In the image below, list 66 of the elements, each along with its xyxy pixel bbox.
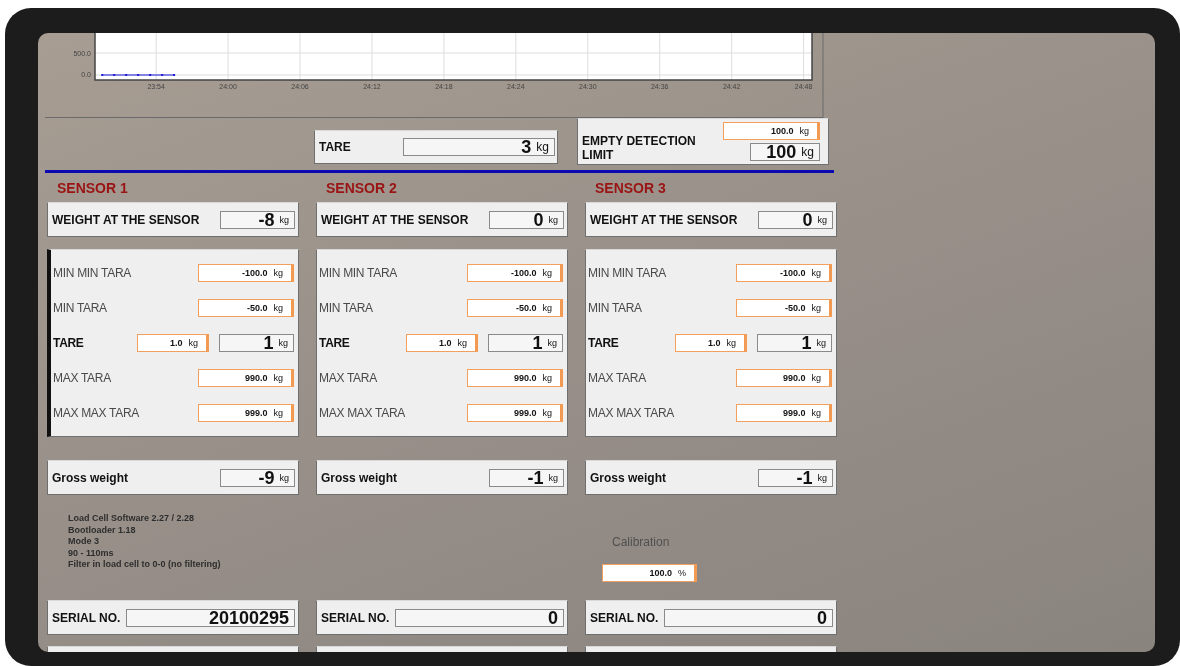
tare-label: TARE xyxy=(319,140,351,154)
gross-weight-label: Gross weight xyxy=(321,470,397,485)
value-readout: 0 kg xyxy=(758,210,833,229)
parameter-label: MAX TARA xyxy=(319,370,377,385)
info-text: Bootloader 1.18 xyxy=(68,524,137,536)
sensor-title: SENSOR 1 xyxy=(56,179,129,198)
gross-weight-label: Gross weight xyxy=(52,470,128,485)
empty-detection-label: EMPTY DETECTION LIMIT xyxy=(582,133,697,162)
parameter-label: TARE xyxy=(588,335,619,350)
value-input[interactable]: 990.0 kg xyxy=(736,368,832,387)
value-input[interactable]: -100.0 kg xyxy=(467,263,563,282)
value-readout: 1 kg xyxy=(757,333,832,352)
value-input[interactable]: 100.0 % xyxy=(602,564,697,582)
value-input[interactable]: -100.0 kg xyxy=(736,263,832,282)
parameter-label: MIN TARA xyxy=(319,300,373,315)
value-input[interactable]: 1.0 kg xyxy=(675,333,747,352)
serial-label: SERIAL NO. xyxy=(321,610,390,625)
serial-label: SERIAL NO. xyxy=(52,610,121,625)
value-input[interactable]: 999.0 kg xyxy=(198,403,294,422)
info-text: Load Cell Software 2.27 / 2.28 xyxy=(68,513,196,525)
value-readout: 3 kg xyxy=(403,138,555,156)
serial-readout: 0 xyxy=(664,608,833,627)
value-readout: 1 kg xyxy=(219,333,294,352)
value-readout: -1 kg xyxy=(489,468,564,487)
serial-readout: 20100295 xyxy=(126,608,295,627)
weight-label: WEIGHT AT THE SENSOR xyxy=(52,212,200,227)
value-input[interactable]: 999.0 kg xyxy=(467,403,563,422)
serial-label: SERIAL NO. xyxy=(590,610,659,625)
value-readout: -9 kg xyxy=(220,468,295,487)
parameter-label: MIN MIN TARA xyxy=(319,265,397,280)
value-input[interactable]: 1.0 kg xyxy=(406,333,478,352)
parameter-label: MAX TARA xyxy=(588,370,646,385)
value-input[interactable]: 990.0 kg xyxy=(467,368,563,387)
info-text: Mode 3 xyxy=(68,536,100,548)
parameter-label: MAX MAX TARA xyxy=(53,405,139,420)
value-input[interactable]: 990.0 kg xyxy=(198,368,294,387)
value-input[interactable]: 100.0 kg xyxy=(723,121,820,140)
value-input[interactable]: -50.0 kg xyxy=(736,298,832,317)
sensor-title: SENSOR 2 xyxy=(325,179,398,198)
serial-readout: 0 xyxy=(395,608,564,627)
parameter-label: MIN TARA xyxy=(588,300,642,315)
value-readout: 100 kg xyxy=(750,142,820,161)
value-readout: -8 kg xyxy=(220,210,295,229)
sensor-title: SENSOR 3 xyxy=(594,179,667,198)
value-readout: 1 kg xyxy=(488,333,563,352)
parameter-label: MIN MIN TARA xyxy=(53,265,131,280)
value-readout: 0 kg xyxy=(489,210,564,229)
value-input[interactable]: 1.0 kg xyxy=(137,333,209,352)
parameter-label: MIN TARA xyxy=(53,300,107,315)
value-readout: -1 kg xyxy=(758,468,833,487)
parameter-label: TARE xyxy=(319,335,350,350)
calibration-label: Calibration xyxy=(611,535,671,549)
parameter-label: MIN MIN TARA xyxy=(588,265,666,280)
parameter-label: MAX MAX TARA xyxy=(319,405,405,420)
value-input[interactable]: -50.0 kg xyxy=(198,298,294,317)
value-input[interactable]: -100.0 kg xyxy=(198,263,294,282)
value-input[interactable]: 999.0 kg xyxy=(736,403,832,422)
parameter-label: MAX TARA xyxy=(53,370,111,385)
gross-weight-label: Gross weight xyxy=(590,470,666,485)
info-text: Filter in load cell to 0-0 (no filtering) xyxy=(68,559,222,571)
value-input[interactable]: -50.0 kg xyxy=(467,298,563,317)
parameter-label: TARE xyxy=(53,335,84,350)
weight-label: WEIGHT AT THE SENSOR xyxy=(590,212,738,227)
weight-label: WEIGHT AT THE SENSOR xyxy=(321,212,469,227)
info-text: 90 - 110ms xyxy=(68,547,115,559)
parameter-label: MAX MAX TARA xyxy=(588,405,674,420)
